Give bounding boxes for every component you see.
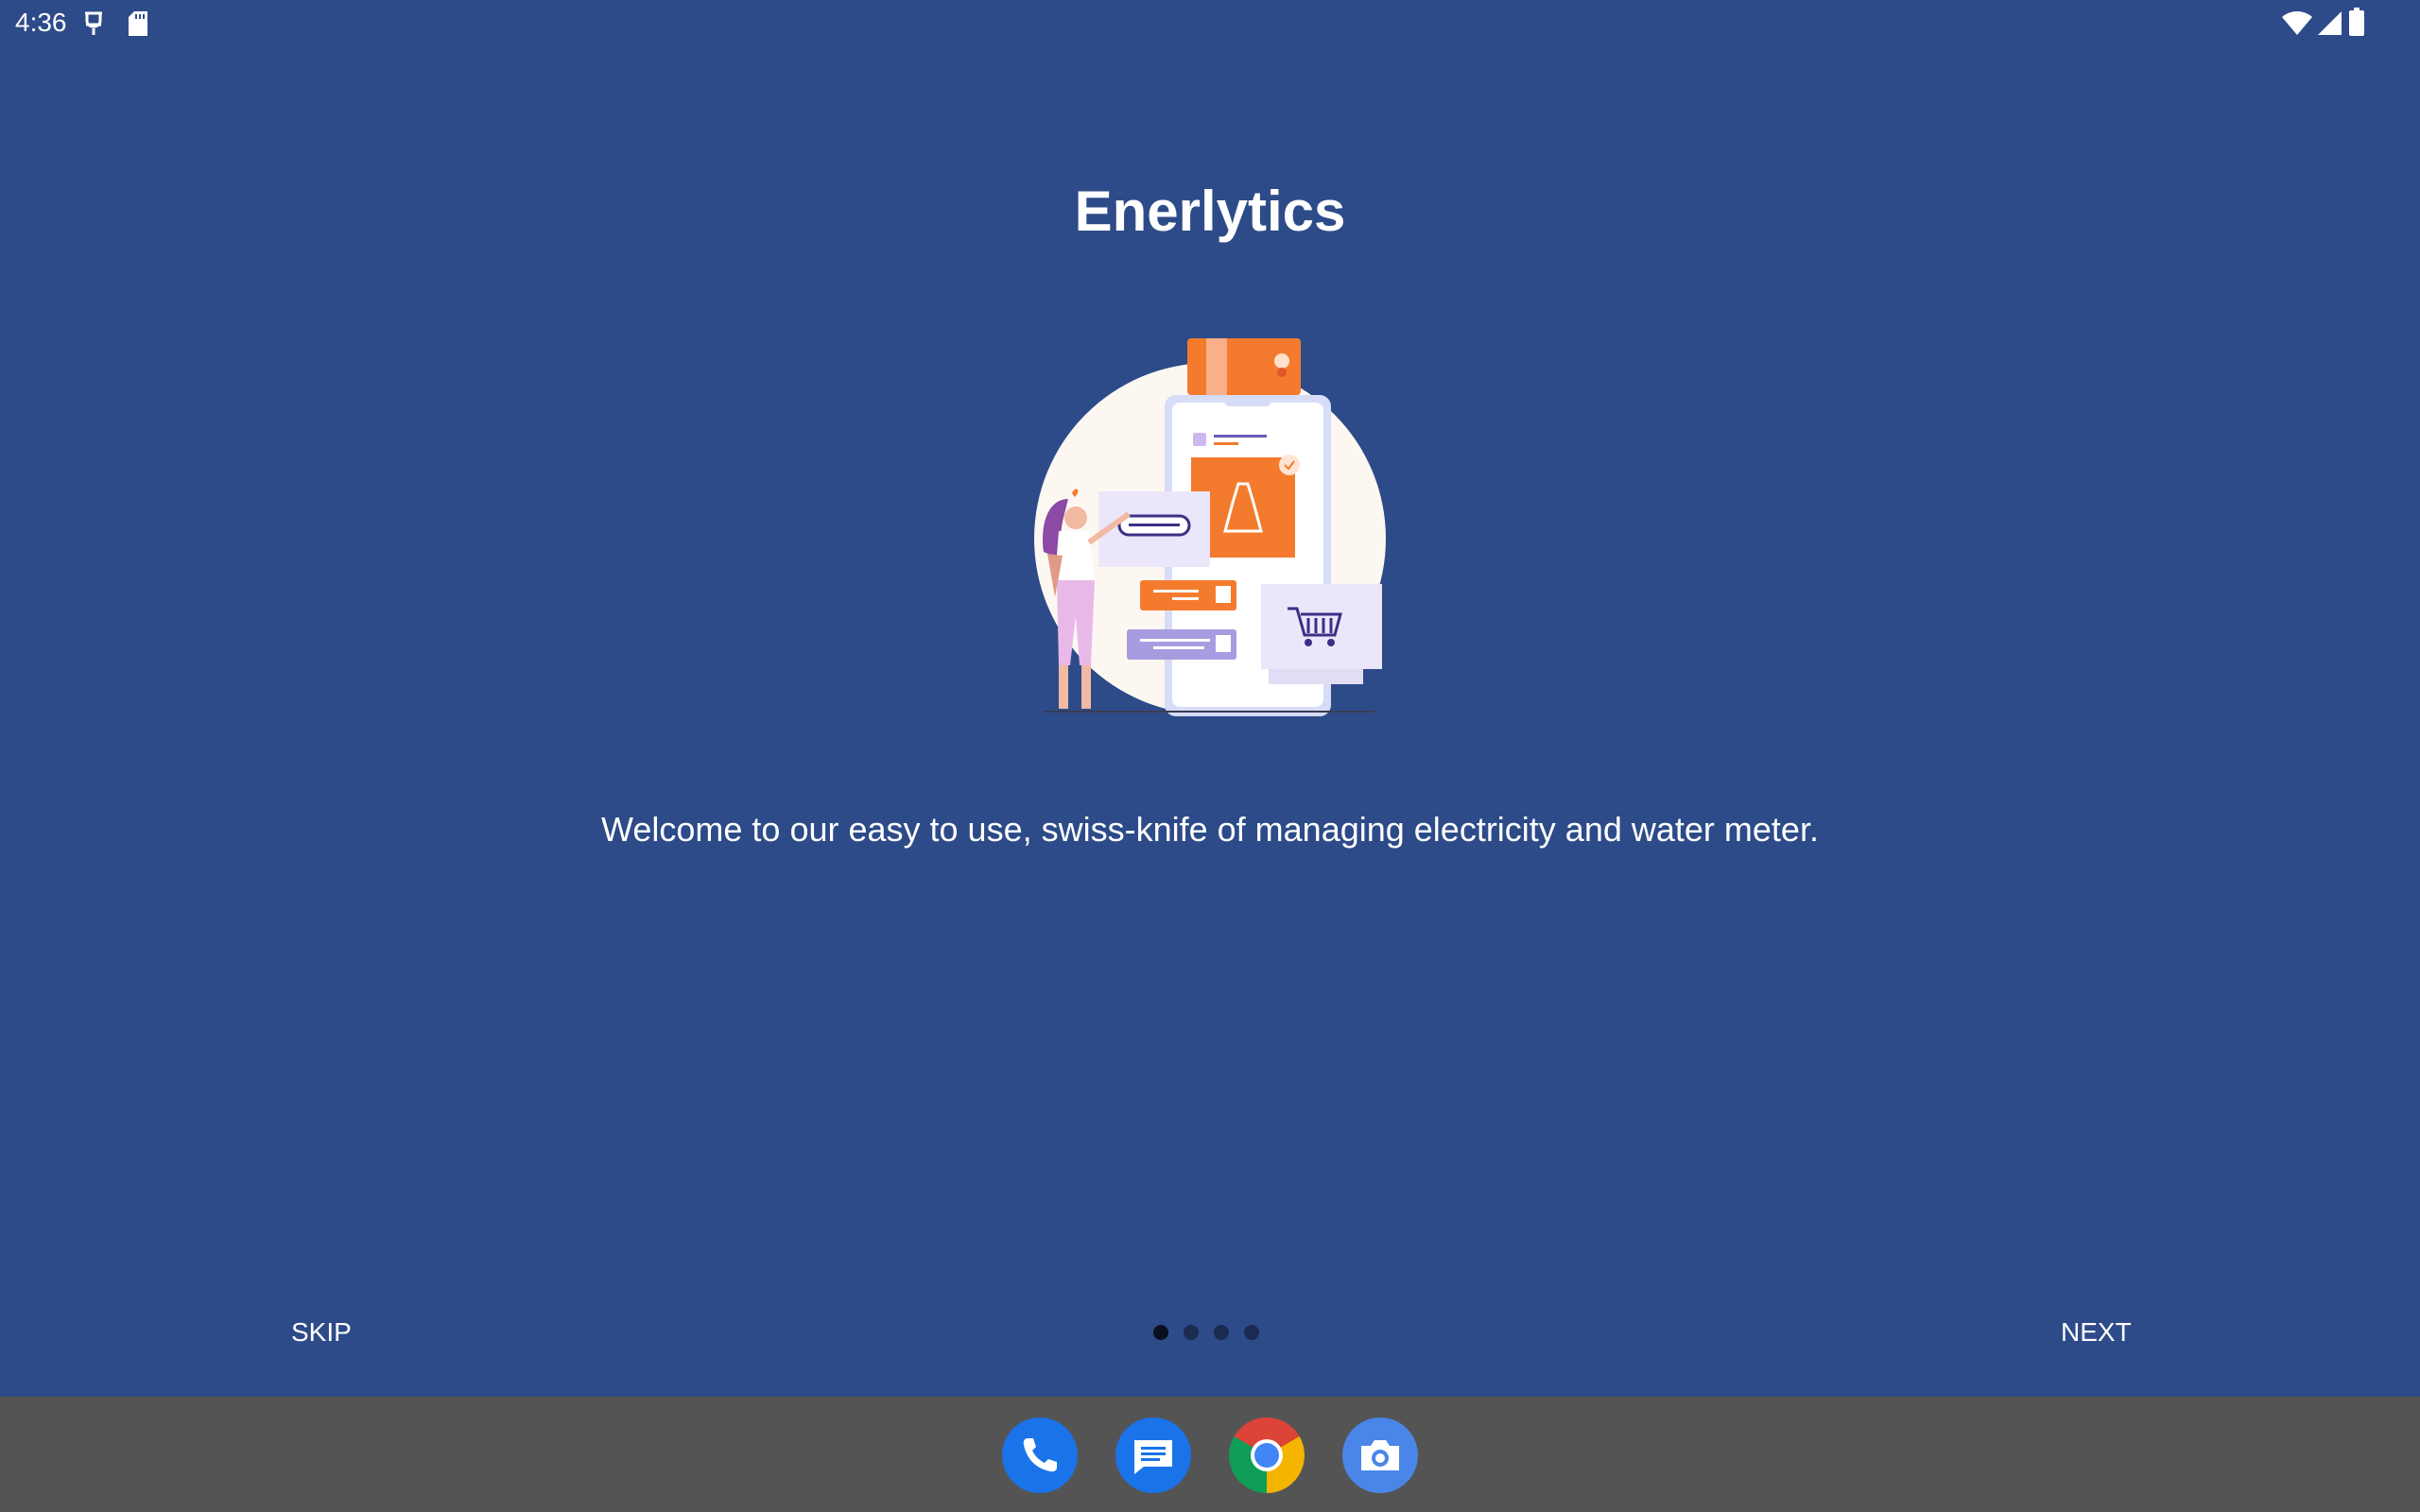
chrome-app-icon[interactable] [1229, 1418, 1305, 1493]
welcome-description: Welcome to our easy to use, swiss-knife … [601, 810, 1819, 849]
page-indicator-dot-3 [1214, 1325, 1229, 1340]
page-indicator-dot-1 [1153, 1325, 1168, 1340]
phone-app-icon[interactable] [1002, 1418, 1078, 1493]
page-indicator-dot-4 [1244, 1325, 1259, 1340]
taskbar [0, 1397, 2420, 1512]
cell-signal-icon [2318, 9, 2342, 41]
battery-icon [2348, 8, 2365, 41]
page-indicator-dot-2 [1184, 1325, 1199, 1340]
camera-app-icon[interactable] [1342, 1418, 1418, 1493]
next-button[interactable]: NEXT [2053, 1312, 2139, 1353]
page-indicator [1153, 1323, 1267, 1342]
vpn-key-icon [81, 9, 106, 43]
messages-app-icon[interactable] [1115, 1418, 1191, 1493]
sd-card-icon [127, 9, 149, 43]
status-time: 4:36 [15, 8, 67, 37]
app-title: Enerlytics [1074, 180, 1346, 243]
shopping-app-illustration [1030, 333, 1390, 720]
skip-button[interactable]: SKIP [284, 1312, 359, 1353]
status-bar: 4:36 [0, 0, 2420, 47]
wifi-icon [2282, 11, 2312, 41]
